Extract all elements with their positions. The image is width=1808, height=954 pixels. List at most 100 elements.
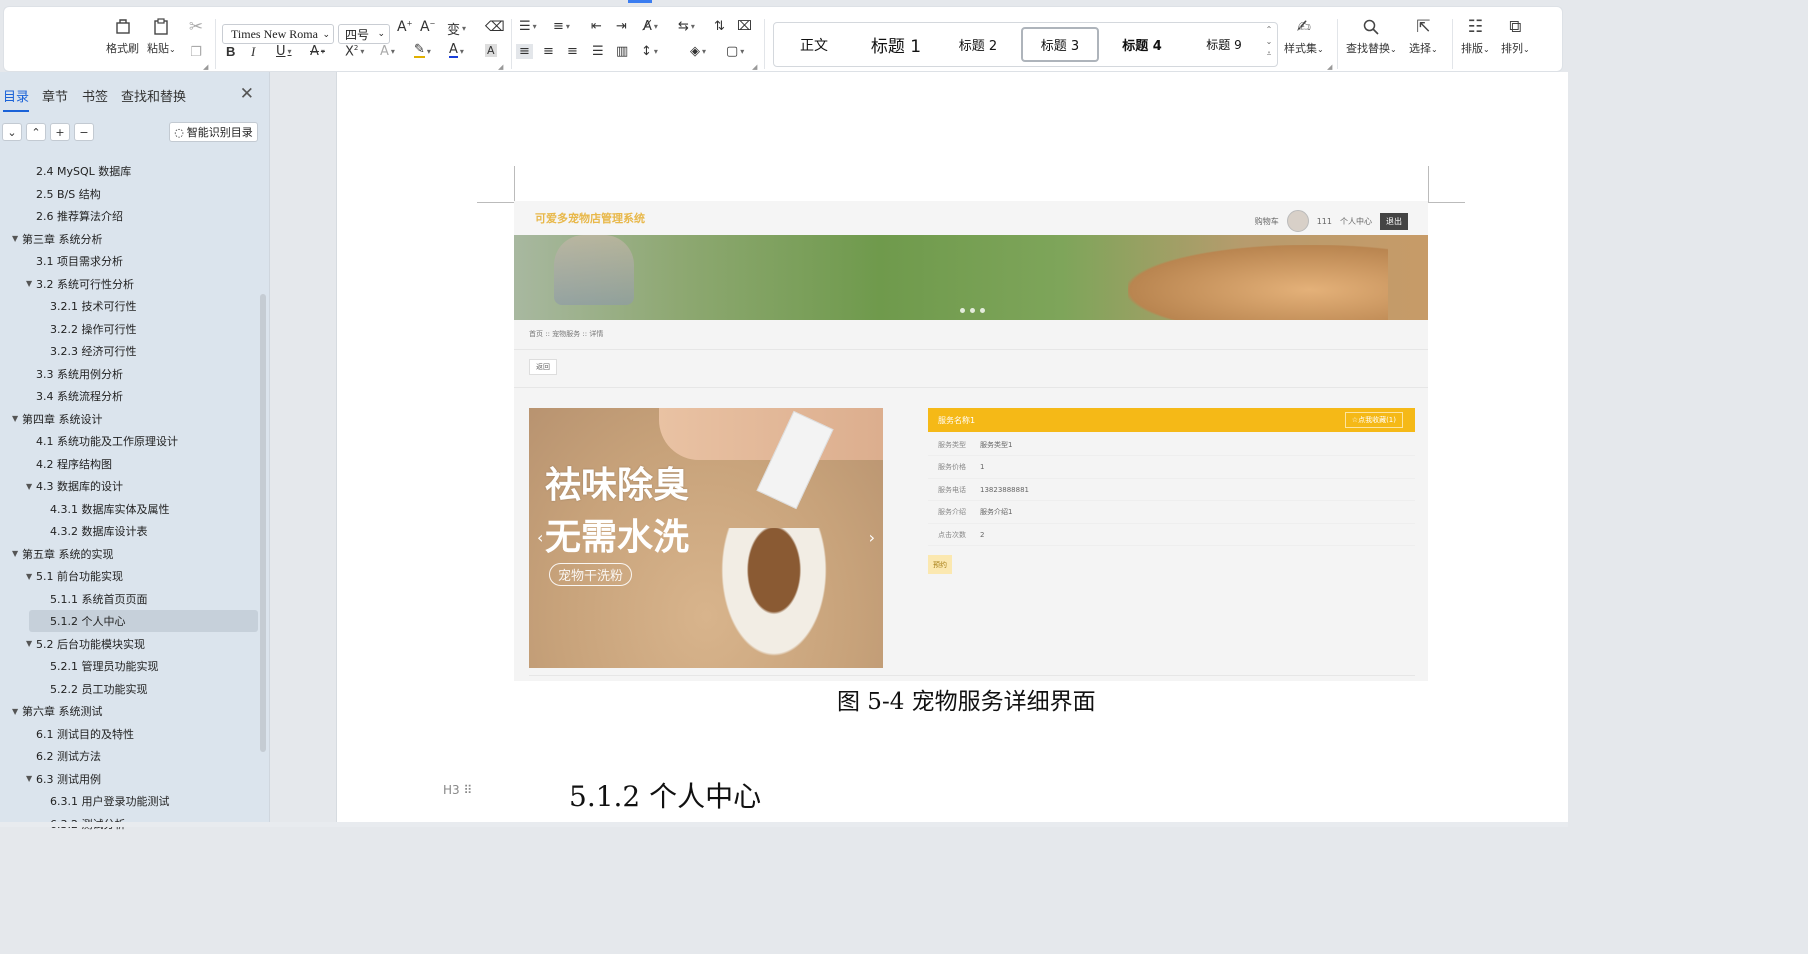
expand-arrow-icon[interactable]: ▼ xyxy=(12,414,22,423)
heading-level-marker[interactable]: H3 ⠿ xyxy=(443,783,472,797)
sidebar-scrollbar[interactable] xyxy=(260,294,266,752)
bullet-list-button[interactable]: ☰ ▾ xyxy=(519,19,537,34)
expand-arrow-icon[interactable]: ▼ xyxy=(26,639,36,648)
toc-item[interactable]: 5.2.2 员工功能实现 xyxy=(0,678,258,700)
char-shading-button[interactable]: A xyxy=(485,44,497,57)
expand-arrow-icon[interactable]: ▼ xyxy=(12,707,22,716)
toc-item[interactable]: ▼ 6.3 测试用例 xyxy=(0,768,258,790)
font-group-expander[interactable]: ◢ xyxy=(498,63,503,71)
find-replace-button[interactable]: 查找替换⌄ xyxy=(1346,17,1397,56)
border-button[interactable]: ▢ ▾ xyxy=(726,44,744,59)
cut-button[interactable]: ✂ xyxy=(185,17,207,37)
style-set-button[interactable]: ✍ 样式集⌄ xyxy=(1284,17,1324,56)
numbered-list-button[interactable]: ≡ ▾ xyxy=(553,19,570,34)
tab-bookmarks[interactable]: 书签 xyxy=(82,86,108,105)
tab-find-replace[interactable]: 查找和替换 xyxy=(121,86,186,105)
toc-item[interactable]: 4.1 系统功能及工作原理设计 xyxy=(0,430,258,452)
format-painter-button[interactable]: 格式刷 xyxy=(106,17,139,56)
font-color-button[interactable]: A ▾ xyxy=(449,43,464,58)
align-right-button[interactable]: ≡ xyxy=(567,44,578,59)
arrange-button[interactable]: ⧉ 排列⌄ xyxy=(1501,17,1530,56)
toc-item[interactable]: 3.1 项目需求分析 xyxy=(0,250,258,272)
collapse-button[interactable]: ⌄ xyxy=(2,123,22,141)
phonetic-guide-button[interactable]: 变 ▾ xyxy=(447,19,466,38)
align-left-button[interactable]: ≡ xyxy=(516,44,533,59)
italic-button[interactable]: I xyxy=(251,44,255,60)
toc-item[interactable]: ▼ 第三章 系统分析 xyxy=(0,228,258,250)
grow-font-button[interactable]: A+ xyxy=(397,19,412,35)
font-size-select[interactable]: 四号 ⌄ xyxy=(338,24,390,44)
add-heading-button[interactable]: + xyxy=(50,123,70,141)
toc-item[interactable]: 4.2 程序结构图 xyxy=(0,453,258,475)
tab-sections[interactable]: 章节 xyxy=(42,86,68,105)
toc-item[interactable]: ▼ 5.1 前台功能实现 xyxy=(0,565,258,587)
style-heading-3[interactable]: 标题 3 xyxy=(1021,27,1099,62)
underline-button[interactable]: U ▾ xyxy=(276,44,292,59)
toc-item[interactable]: ▼ 第四章 系统设计 xyxy=(0,408,258,430)
toc-item[interactable]: 2.5 B/S 结构 xyxy=(0,183,258,205)
strikethrough-button[interactable]: A ▾ xyxy=(310,44,325,59)
font-name-select[interactable]: Times New Roma ⌄ xyxy=(222,24,334,44)
toc-item[interactable]: 4.3.1 数据库实体及属性 xyxy=(0,498,258,520)
toc-item[interactable]: 3.2.2 操作可行性 xyxy=(0,318,258,340)
paste-button[interactable]: 粘贴⌄ xyxy=(147,17,176,56)
style-heading-1[interactable]: 标题 1 xyxy=(856,27,936,62)
style-heading-9[interactable]: 标题 9 xyxy=(1186,27,1262,62)
toc-item[interactable]: ▼ 5.2 后台功能模块实现 xyxy=(0,633,258,655)
toc-item[interactable]: 5.1.1 系统首页页面 xyxy=(0,588,258,610)
layout-button[interactable]: ☷ 排版⌄ xyxy=(1461,17,1490,56)
toc-item[interactable]: 4.3.2 数据库设计表 xyxy=(0,520,258,542)
styles-group-expander[interactable]: ◢ xyxy=(1327,63,1332,71)
style-gallery-scroll[interactable]: ⌃ ⌄ ⩡ xyxy=(1263,25,1275,59)
justify-button[interactable]: ☰ xyxy=(592,44,604,59)
expand-arrow-icon[interactable]: ▼ xyxy=(12,549,22,558)
style-normal[interactable]: 正文 xyxy=(780,27,848,62)
show-marks-button[interactable]: ⌧ xyxy=(737,19,752,34)
toc-item[interactable]: ▼ 第五章 系统的实现 xyxy=(0,543,258,565)
expand-arrow-icon[interactable]: ▼ xyxy=(26,482,36,491)
superscript-button[interactable]: X2 ▾ xyxy=(345,44,364,59)
toc-item[interactable]: 2.6 推荐算法介绍 xyxy=(0,205,258,227)
tab-toc[interactable]: 目录 xyxy=(3,86,29,112)
clipboard-group-expander[interactable]: ◢ xyxy=(203,63,208,71)
toc-item[interactable]: 5.1.2 个人中心 xyxy=(29,610,258,632)
decrease-indent-button[interactable]: ⇤ xyxy=(591,19,602,34)
increase-indent-button[interactable]: ⇥ xyxy=(616,19,627,34)
embedded-screenshot[interactable]: 可爱多宠物店管理系统 购物车 111 个人中心 退出 首页 :: 宠物服务 ::… xyxy=(514,201,1428,681)
expand-arrow-icon[interactable]: ▼ xyxy=(26,279,36,288)
copy-button[interactable]: ❐ xyxy=(185,42,207,62)
clear-format-button[interactable]: ⌫ xyxy=(485,19,505,35)
swap-button[interactable]: ⇆ ▾ xyxy=(678,19,695,34)
smart-toc-button[interactable]: ◌ 智能识别目录 xyxy=(169,122,258,142)
distribute-button[interactable]: ▥ xyxy=(616,44,628,59)
line-spacing-button[interactable]: ↕ ▾ xyxy=(641,44,658,59)
close-icon[interactable]: ✕ xyxy=(240,84,254,104)
toc-item[interactable]: ▼ 3.2 系统可行性分析 xyxy=(0,273,258,295)
toc-item[interactable]: 6.2 测试方法 xyxy=(0,745,258,767)
toc-item[interactable]: 6.1 测试目的及特性 xyxy=(0,723,258,745)
toc-item[interactable]: 3.4 系统流程分析 xyxy=(0,385,258,407)
move-up-button[interactable]: ⌃ xyxy=(26,123,46,141)
sort-button[interactable]: ⇅ xyxy=(714,19,725,34)
shading-button[interactable]: ◈ ▾ xyxy=(690,44,706,59)
style-heading-4[interactable]: 标题 4 xyxy=(1104,27,1180,62)
toc-item[interactable]: 3.3 系统用例分析 xyxy=(0,363,258,385)
toc-item[interactable]: 2.4 MySQL 数据库 xyxy=(0,160,258,182)
toc-item[interactable]: 3.2.1 技术可行性 xyxy=(0,295,258,317)
style-heading-2[interactable]: 标题 2 xyxy=(940,27,1016,62)
expand-arrow-icon[interactable]: ▼ xyxy=(12,234,22,243)
toc-item[interactable]: ▼ 第六章 系统测试 xyxy=(0,700,258,722)
toc-item[interactable]: ▼ 4.3 数据库的设计 xyxy=(0,475,258,497)
toc-item[interactable]: 3.2.3 经济可行性 xyxy=(0,340,258,362)
expand-arrow-icon[interactable]: ▼ xyxy=(26,774,36,783)
align-center-button[interactable]: ≡ xyxy=(543,44,554,59)
text-direction-button[interactable]: A̸ ▾ xyxy=(643,19,658,34)
remove-heading-button[interactable]: − xyxy=(74,123,94,141)
document-page[interactable]: 可爱多宠物店管理系统 购物车 111 个人中心 退出 首页 :: 宠物服务 ::… xyxy=(336,72,1568,827)
toc-item[interactable]: 6.3.1 用户登录功能测试 xyxy=(0,790,258,812)
select-button[interactable]: ⇱ 选择⌄ xyxy=(1409,17,1438,56)
shrink-font-button[interactable]: A− xyxy=(420,19,435,35)
highlight-button[interactable]: ✎ ▾ xyxy=(414,43,431,58)
bold-button[interactable]: B xyxy=(226,44,235,59)
toc-item[interactable]: 5.2.1 管理员功能实现 xyxy=(0,655,258,677)
